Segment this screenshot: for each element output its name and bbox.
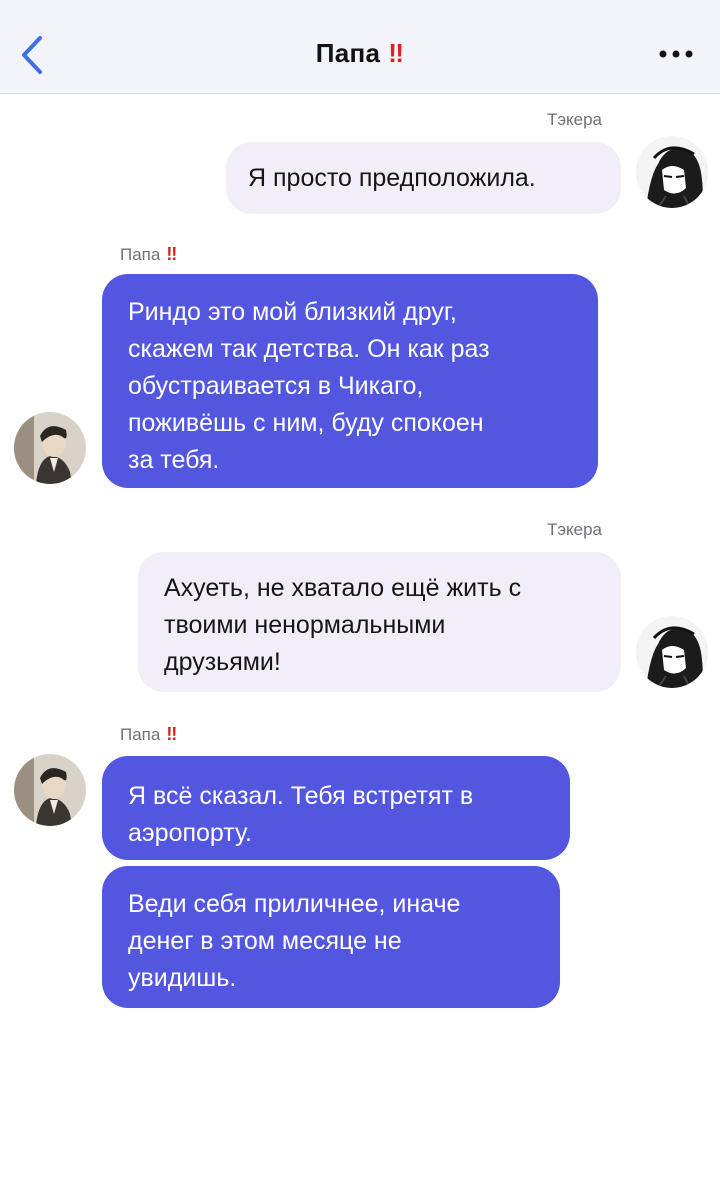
message-line: аэропорту. — [128, 819, 252, 847]
avatar-tekera[interactable] — [636, 616, 708, 688]
sender-name-text: Папа — [120, 245, 161, 264]
message-text: Я просто предположила. — [248, 164, 536, 192]
more-dots-icon — [659, 50, 693, 58]
chat-header: Папа ‼ — [0, 0, 720, 94]
chat-title-text: Папа — [315, 38, 381, 68]
more-button[interactable] — [656, 40, 696, 68]
message-bubble-incoming[interactable]: Риндо это мой близкий друг, скажем так д… — [102, 274, 598, 488]
message-bubble-incoming[interactable]: Веди себя приличнее, иначе денег в этом … — [102, 866, 560, 1008]
message-bubble-incoming[interactable]: Я всё сказал. Тебя встретят в аэропорту. — [102, 756, 570, 860]
message-bubble-outgoing[interactable]: Я просто предположила. — [226, 142, 621, 214]
avatar-papa[interactable] — [14, 412, 86, 484]
message-line: скажем так детства. Он как раз — [128, 335, 490, 363]
avatar-tekera[interactable] — [636, 136, 708, 208]
double-exclamation-icon: ‼ — [166, 724, 178, 744]
message-line: твоими ненормальными — [164, 611, 446, 639]
message-line: друзьями! — [164, 648, 281, 676]
double-exclamation-icon: ‼ — [166, 244, 178, 264]
message-line: увидишь. — [128, 964, 237, 992]
sender-name: Папа ‼ — [120, 244, 177, 265]
message-line: поживёшь с ним, буду спокоен — [128, 409, 484, 437]
avatar-papa[interactable] — [14, 754, 86, 826]
message-line: за тебя. — [128, 446, 220, 474]
chat-title: Папа ‼ — [0, 38, 720, 69]
message-line: Веди себя приличнее, иначе — [128, 890, 461, 918]
message-line: Я всё сказал. Тебя встретят в — [128, 782, 474, 810]
sender-name-text: Папа — [120, 725, 161, 744]
message-line: Ахуеть, не хватало ещё жить с — [164, 574, 522, 602]
sender-name: Папа ‼ — [120, 724, 177, 745]
message-line: денег в этом месяце не — [128, 927, 402, 955]
sender-name: Тэкера — [546, 520, 602, 539]
message-line: обустраивается в Чикаго, — [128, 372, 424, 400]
double-exclamation-icon: ‼ — [388, 38, 405, 68]
sender-name: Тэкера — [546, 110, 602, 129]
message-bubble-outgoing[interactable]: Ахуеть, не хватало ещё жить с твоими нен… — [138, 552, 621, 692]
message-line: Риндо это мой близкий друг, — [128, 298, 457, 326]
